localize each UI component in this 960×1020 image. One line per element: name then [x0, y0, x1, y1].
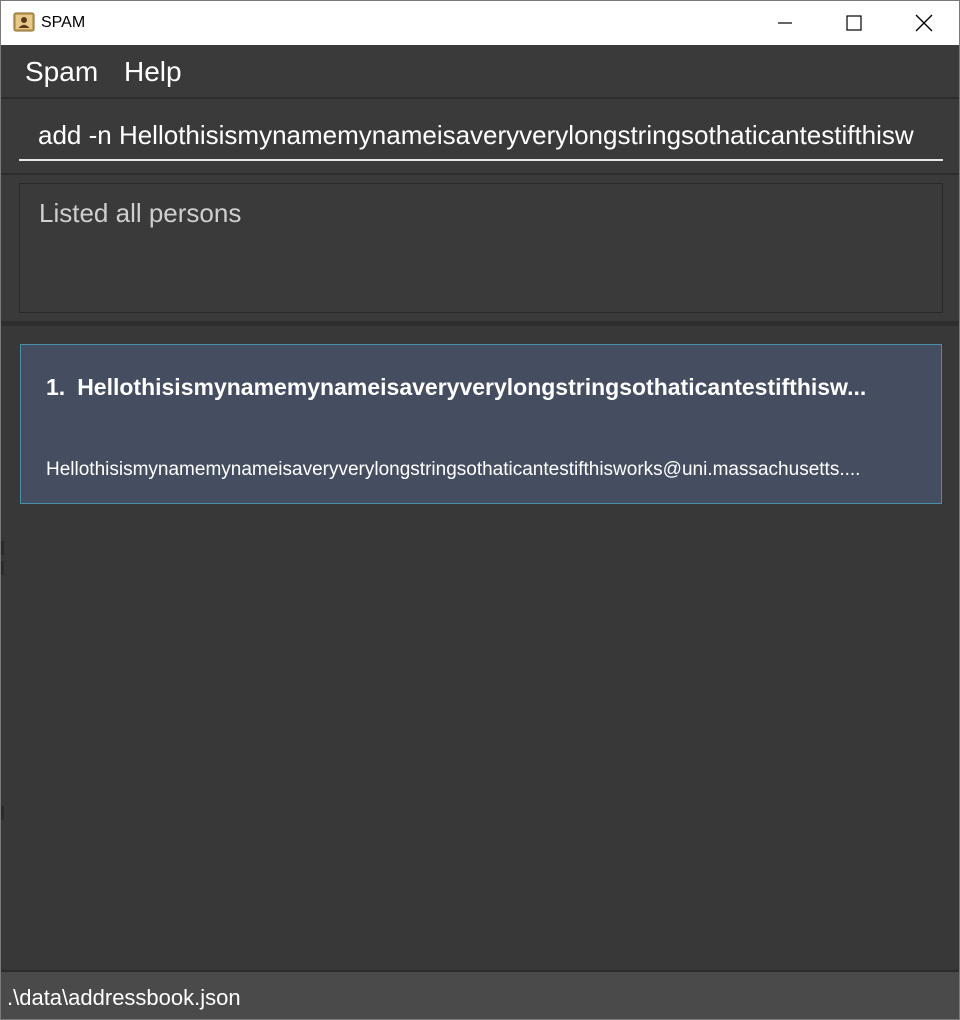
person-name-row: 1. Hellothisismynamemynameisaveryverylong…	[46, 373, 926, 401]
menu-help[interactable]: Help	[124, 56, 182, 88]
minimize-button[interactable]	[762, 1, 808, 45]
person-email: Hellothisismynamemynameisaveryverylongst…	[46, 459, 861, 480]
maximize-icon	[846, 15, 862, 31]
result-display[interactable]: Listed all persons	[19, 183, 943, 313]
app-window: SPAM Spam Help Listed all persons	[0, 0, 960, 1020]
window-edge-mark	[1, 806, 4, 820]
menu-spam[interactable]: Spam	[25, 56, 98, 88]
result-display-pane: Listed all persons	[1, 175, 959, 325]
window-edge-mark	[1, 561, 4, 575]
window-edge-mark	[1, 541, 4, 555]
contact-book-icon	[13, 12, 35, 32]
title-bar[interactable]: SPAM	[1, 1, 959, 45]
person-list[interactable]: 1. Hellothisismynamemynameisaveryverylong…	[1, 325, 959, 971]
status-bar: .\data\addressbook.json	[1, 970, 959, 1019]
window-title: SPAM	[41, 14, 86, 31]
command-box-pane	[1, 98, 959, 176]
person-index: 1.	[46, 374, 66, 400]
close-button[interactable]	[901, 1, 947, 45]
close-icon	[915, 14, 933, 32]
person-card[interactable]: 1. Hellothisismynamemynameisaveryverylong…	[20, 344, 942, 504]
menu-bar: Spam Help	[1, 45, 959, 98]
command-input[interactable]	[19, 111, 943, 161]
save-file-path: .\data\addressbook.json	[7, 985, 241, 1010]
maximize-button[interactable]	[831, 1, 877, 45]
result-message: Listed all persons	[39, 198, 242, 228]
minimize-icon	[777, 15, 793, 31]
person-name: Hellothisismynamemynameisaveryverylongst…	[77, 374, 867, 400]
